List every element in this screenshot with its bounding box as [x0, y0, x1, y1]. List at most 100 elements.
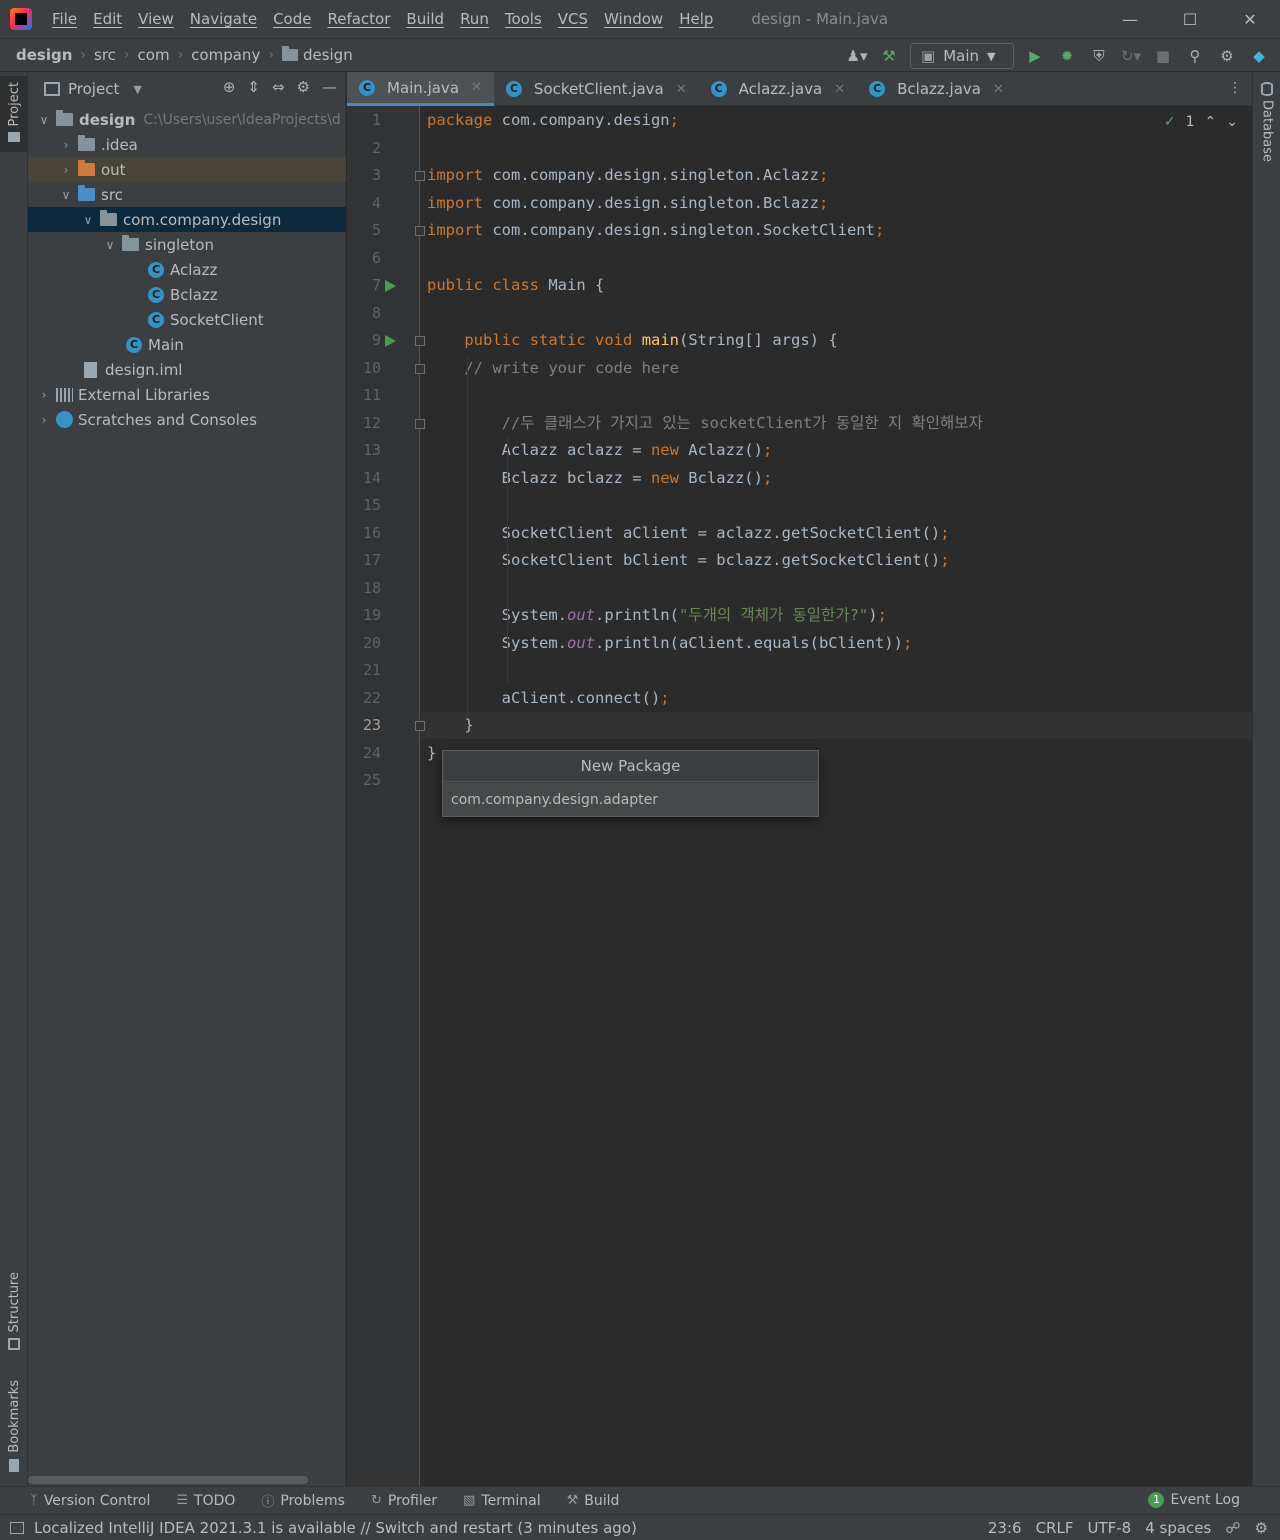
code-line[interactable]: Aclazz aclazz = new Aclazz();	[427, 437, 773, 464]
tree-item-bclazz[interactable]: C Bclazz	[28, 282, 346, 307]
line-separator[interactable]: CRLF	[1036, 1519, 1074, 1537]
tree-item-src[interactable]: ∨ src	[28, 182, 346, 207]
code-line[interactable]: }	[427, 740, 436, 767]
chevron-right-icon[interactable]: ›	[58, 138, 74, 152]
debug-icon[interactable]: ✹	[1056, 45, 1078, 67]
build-tool[interactable]: ⚒ Build	[567, 1493, 620, 1509]
tree-item-design-iml[interactable]: design.iml	[28, 357, 346, 382]
search-icon[interactable]: ⚲	[1184, 45, 1206, 67]
breadcrumb-design-package[interactable]: design	[303, 46, 353, 64]
chevron-down-icon[interactable]: ▼	[133, 83, 141, 96]
code-line[interactable]: import com.company.design.singleton.Sock…	[427, 217, 884, 244]
collapse-all-icon[interactable]: ⇔	[272, 78, 285, 96]
code-line[interactable]: public static void main(String[] args) {	[427, 327, 837, 354]
breadcrumb-design[interactable]: design	[16, 46, 72, 64]
tree-item-design[interactable]: ∨ design C:\Users\user\IdeaProjects\d	[28, 107, 346, 132]
close-icon[interactable]: ✕	[676, 82, 687, 97]
menu-help[interactable]: Help	[671, 0, 721, 38]
run-gutter-icon[interactable]	[385, 280, 396, 292]
fold-marker-icon[interactable]	[415, 721, 425, 731]
tab-bclazz-java[interactable]: C Bclazz.java ✕	[857, 72, 1016, 106]
gear-icon[interactable]: ⚙	[1216, 45, 1238, 67]
code-line[interactable]: }	[427, 712, 473, 739]
code-line[interactable]: SocketClient bClient = bclazz.getSocketC…	[427, 547, 950, 574]
fold-marker-icon[interactable]	[415, 336, 425, 346]
stop-icon[interactable]: ■	[1152, 45, 1174, 67]
code-line[interactable]: public class Main {	[427, 272, 604, 299]
chevron-up-icon[interactable]: ⌃	[1205, 114, 1217, 130]
terminal-tool[interactable]: ▧ Terminal	[463, 1493, 540, 1509]
chevron-down-icon[interactable]: ∨	[80, 213, 96, 227]
expand-all-icon[interactable]: ⇕	[247, 78, 260, 96]
fold-marker-icon[interactable]	[415, 363, 425, 374]
profiler-icon[interactable]: ↻▾	[1120, 45, 1142, 67]
close-icon[interactable]: ✕	[834, 82, 845, 97]
menu-window[interactable]: Window	[596, 0, 671, 38]
maximize-icon[interactable]: ☐	[1160, 0, 1220, 38]
todo-tool[interactable]: ☰ TODO	[176, 1493, 235, 1509]
more-vertical-icon[interactable]: ⋮	[1228, 80, 1242, 96]
problems-tool[interactable]: ⓘ Problems	[261, 1491, 345, 1511]
run-gutter-icon[interactable]	[385, 335, 396, 347]
toolbox-icon[interactable]: ◆	[1248, 45, 1270, 67]
code-line[interactable]: package com.company.design;	[427, 107, 679, 134]
breadcrumb-com[interactable]: com	[138, 46, 170, 64]
status-message[interactable]: Localized IntelliJ IDEA 2021.3.1 is avai…	[34, 1519, 637, 1537]
close-icon[interactable]: ✕	[1220, 0, 1280, 38]
horizontal-scrollbar[interactable]	[28, 1476, 308, 1484]
menu-file[interactable]: File	[44, 0, 85, 38]
gear-icon[interactable]: ⚙	[297, 78, 310, 96]
menu-run[interactable]: Run	[452, 0, 497, 38]
tab-main-java[interactable]: C Main.java ✕	[347, 72, 494, 106]
menu-edit[interactable]: Edit	[85, 0, 130, 38]
profiler-tool[interactable]: ↻ Profiler	[371, 1493, 437, 1509]
tree-item-external-libraries[interactable]: › External Libraries	[28, 382, 346, 407]
menu-refactor[interactable]: Refactor	[319, 0, 398, 38]
code-line[interactable]: Bclazz bclazz = new Bclazz();	[427, 465, 773, 492]
hide-icon[interactable]: —	[322, 78, 337, 96]
database-tool-button[interactable]: Database	[1253, 82, 1280, 162]
tree-item-idea[interactable]: › .idea	[28, 132, 346, 157]
chevron-down-icon[interactable]: ⌄	[1226, 114, 1238, 130]
settings-icon[interactable]: ⚙	[1255, 1519, 1268, 1537]
bookmarks-tool-button[interactable]: Bookmarks	[0, 1380, 28, 1472]
locate-icon[interactable]: ⊕	[223, 78, 236, 96]
chevron-down-icon[interactable]: ∨	[102, 238, 118, 252]
fold-marker-icon[interactable]	[415, 171, 425, 181]
breadcrumb-src[interactable]: src	[94, 46, 116, 64]
menu-tools[interactable]: Tools	[497, 0, 550, 38]
tab-aclazz-java[interactable]: C Aclazz.java ✕	[699, 72, 857, 106]
run-config-select[interactable]: ▣ Main ▼	[910, 43, 1014, 69]
inspection-widget[interactable]: ✓ 1 ⌃ ⌄	[1164, 114, 1238, 130]
layout-icon[interactable]	[10, 1521, 24, 1534]
project-tool-button[interactable]: Project	[0, 76, 28, 152]
run-icon[interactable]: ▶	[1024, 45, 1046, 67]
tree-item-com-company-design[interactable]: ∨ com.company.design	[28, 207, 346, 232]
tree-item-scratches[interactable]: › Scratches and Consoles	[28, 407, 346, 432]
fold-marker-icon[interactable]	[415, 418, 425, 429]
chevron-right-icon[interactable]: ›	[36, 388, 52, 402]
tree-item-out[interactable]: › out	[28, 157, 346, 182]
minimize-icon[interactable]: —	[1100, 0, 1160, 38]
fold-marker-icon[interactable]	[415, 226, 425, 236]
code-line[interactable]: // write your code here	[427, 355, 679, 382]
user-icon[interactable]: ♟▾	[846, 45, 868, 67]
menu-vcs[interactable]: VCS	[550, 0, 596, 38]
code-line[interactable]: import com.company.design.singleton.Acla…	[427, 162, 828, 189]
close-icon[interactable]: ✕	[471, 80, 482, 95]
chevron-down-icon[interactable]: ∨	[58, 188, 74, 202]
coverage-icon[interactable]: ⛨	[1088, 45, 1110, 67]
structure-tool-button[interactable]: Structure	[0, 1272, 28, 1351]
breadcrumb-company[interactable]: company	[191, 46, 260, 64]
build-hammer-icon[interactable]: ⚒	[878, 45, 900, 67]
menu-build[interactable]: Build	[398, 0, 452, 38]
tab-socketclient-java[interactable]: C SocketClient.java ✕	[494, 72, 699, 106]
chevron-down-icon[interactable]: ∨	[36, 113, 52, 127]
event-log-tool[interactable]: 1 Event Log	[1148, 1492, 1240, 1508]
code-line[interactable]: aClient.connect();	[427, 685, 670, 712]
chevron-right-icon[interactable]: ›	[58, 163, 74, 177]
menu-code[interactable]: Code	[265, 0, 319, 38]
code-line[interactable]: SocketClient aClient = aclazz.getSocketC…	[427, 520, 950, 547]
caret-position[interactable]: 23:6	[988, 1519, 1022, 1537]
indent-setting[interactable]: 4 spaces	[1145, 1519, 1211, 1537]
